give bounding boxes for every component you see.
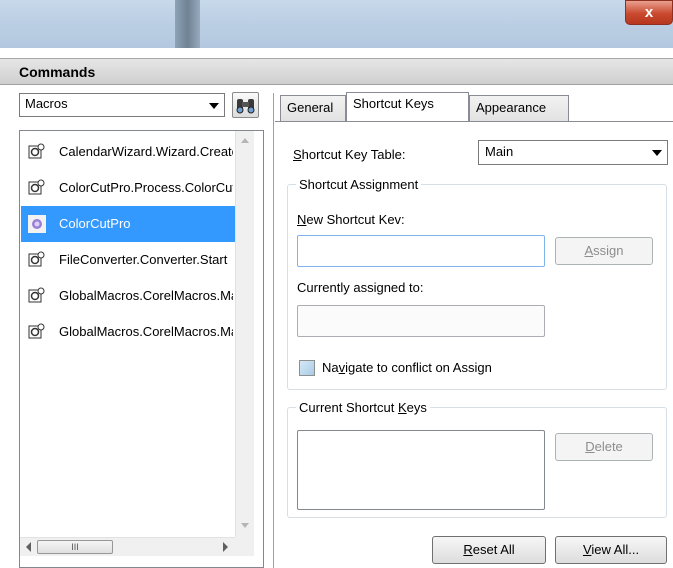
commands-header: Commands xyxy=(0,58,673,85)
list-item[interactable]: ColorCutPro.Process.ColorCut xyxy=(21,170,235,206)
tab-label: Appearance xyxy=(476,100,547,115)
binoculars-icon xyxy=(236,99,255,114)
tab-label: Shortcut Keys xyxy=(353,96,434,111)
scroll-thumb[interactable]: III xyxy=(37,540,113,554)
category-select-value: Macros xyxy=(25,96,68,111)
list-item[interactable]: CalendarWizard.Wizard.CreateCalendar xyxy=(21,134,235,170)
current-shortcut-keys-title: Current Shortcut Keys xyxy=(296,400,430,415)
list-item-selected[interactable]: ColorCutPro xyxy=(21,206,235,242)
view-all-button[interactable]: View All... xyxy=(555,536,667,564)
category-select[interactable]: Macros xyxy=(19,93,225,117)
shortcut-table-value: Main xyxy=(485,144,514,159)
list-item-label: ColorCutPro.Process.ColorCut xyxy=(59,180,233,195)
vertical-scrollbar[interactable] xyxy=(235,131,254,537)
shortcut-table-select[interactable]: Main xyxy=(478,140,668,165)
reset-all-button[interactable]: Reset All xyxy=(432,536,546,564)
macro-gear-icon xyxy=(28,287,45,303)
currently-assigned-label: Currently assigned to: xyxy=(297,280,424,295)
titlebar-shade xyxy=(175,0,200,48)
list-item[interactable]: GlobalMacros.CorelMacros.Macro2 xyxy=(21,314,235,350)
scrollbar-corner xyxy=(235,537,254,556)
macro-gear-icon xyxy=(28,179,45,195)
assign-button[interactable]: Assign xyxy=(555,237,653,265)
panel-divider[interactable] xyxy=(273,93,274,568)
tab-label: General xyxy=(287,100,334,115)
list-item-label: ColorCutPro xyxy=(59,216,131,231)
new-shortcut-key-label: New Shortcut Kev: xyxy=(297,212,405,227)
new-shortcut-key-input[interactable] xyxy=(297,235,545,267)
list-item[interactable]: FileConverter.Converter.Start xyxy=(21,242,235,278)
tab-general[interactable]: General xyxy=(280,95,346,121)
tab-shortcut-keys[interactable]: Shortcut Keys xyxy=(346,92,469,121)
scroll-down-icon[interactable] xyxy=(240,523,250,529)
list-item-label: CalendarWizard.Wizard.CreateCalendar xyxy=(59,144,233,159)
scroll-up-icon[interactable] xyxy=(240,137,250,143)
find-button[interactable] xyxy=(232,92,259,118)
list-item-label: FileConverter.Converter.Start xyxy=(59,252,228,267)
horizontal-scrollbar[interactable]: III xyxy=(20,537,235,556)
currently-assigned-field xyxy=(297,305,545,337)
close-button[interactable]: x xyxy=(625,0,673,25)
colorcut-icon xyxy=(28,215,46,233)
macro-gear-icon xyxy=(28,323,45,339)
navigate-conflict-checkbox[interactable] xyxy=(299,360,315,376)
list-item[interactable]: GlobalMacros.CorelMacros.Macro1 xyxy=(21,278,235,314)
shortcut-table-label: Shortcut Key Table: xyxy=(293,147,406,162)
commands-title: Commands xyxy=(19,64,96,80)
chevron-down-icon xyxy=(209,103,219,109)
shortcut-table-label-text: hortcut Key Table: xyxy=(301,147,406,162)
shortcut-assignment-title: Shortcut Assignment xyxy=(296,177,422,192)
delete-button[interactable]: Delete xyxy=(555,433,653,461)
current-shortcut-keys-list[interactable] xyxy=(297,430,545,510)
list-item-label: GlobalMacros.CorelMacros.Macro1 xyxy=(59,288,233,303)
macro-gear-icon xyxy=(28,251,45,267)
macro-gear-icon xyxy=(28,143,45,159)
commands-list[interactable]: CalendarWizard.Wizard.CreateCalendar Col… xyxy=(19,130,264,568)
scroll-left-icon[interactable] xyxy=(25,542,31,552)
chevron-down-icon xyxy=(652,150,662,156)
navigate-conflict-label[interactable]: Navigate to conflict on Assign xyxy=(322,360,492,375)
tab-appearance[interactable]: Appearance xyxy=(469,95,569,121)
window-titlebar: x xyxy=(0,0,673,48)
list-item-label: GlobalMacros.CorelMacros.Macro2 xyxy=(59,324,233,339)
scroll-right-icon[interactable] xyxy=(223,542,229,552)
